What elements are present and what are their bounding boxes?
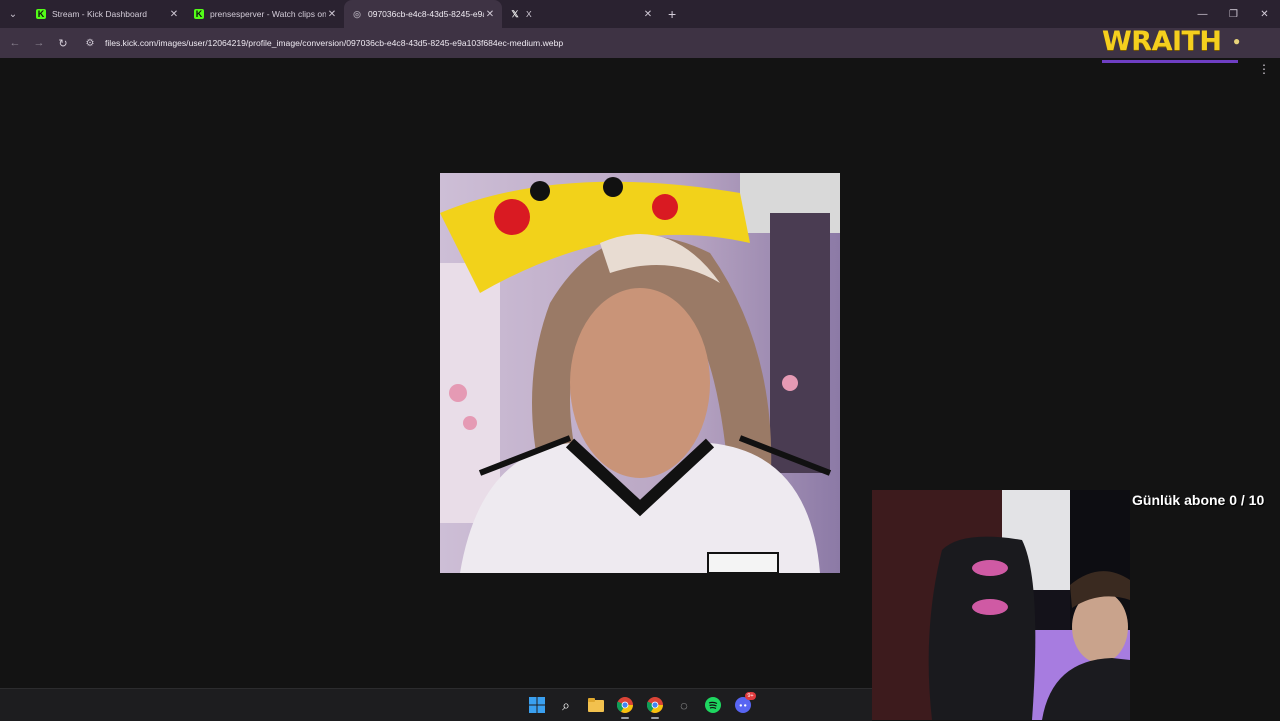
search-icon[interactable]: ⌕ [557, 696, 575, 714]
wraith-logo: WRAITH [1102, 26, 1222, 57]
forward-arrow-right-icon[interactable]: → [30, 34, 48, 52]
profile-image [440, 173, 840, 573]
kebab-menu-icon[interactable]: ⋮ [1258, 62, 1270, 76]
spotify-icon[interactable] [704, 696, 722, 714]
chrome-icon[interactable] [646, 696, 664, 719]
windows-taskbar: ⌕ ◌ 9+ [0, 688, 872, 721]
webcam-overlay [872, 490, 1130, 720]
back-arrow-left-icon[interactable]: ← [6, 34, 24, 52]
kick-icon: K [36, 9, 46, 19]
discord-icon[interactable]: 9+ [734, 692, 756, 714]
app-icon[interactable]: ◌ [675, 696, 693, 714]
site-info-tune-icon[interactable]: ⚙ [80, 38, 100, 49]
extension-icon[interactable]: ● [1233, 34, 1240, 48]
reload-icon[interactable]: ↻ [54, 34, 72, 52]
windows-start-icon[interactable] [528, 696, 546, 714]
tab-kick-dashboard[interactable]: K Stream - Kick Dashboard ✕ [28, 0, 186, 28]
close-window-icon[interactable]: ✕ [1249, 0, 1280, 28]
window-controls: — ❐ ✕ [1187, 0, 1280, 28]
tab-close-icon[interactable]: ✕ [326, 9, 338, 20]
tab-profile-image[interactable]: ◎ 097036cb-e4c8-43d5-8245-e9a ✕ [344, 0, 502, 28]
logo-underline [1102, 60, 1238, 63]
tab-x[interactable]: 𝕏 X ✕ [502, 0, 660, 28]
minimize-icon[interactable]: — [1187, 0, 1218, 28]
tab-title: X [526, 9, 532, 19]
tab-title: Stream - Kick Dashboard [52, 9, 147, 19]
tab-prensesperver-clips[interactable]: K prensesperver - Watch clips on ✕ [186, 0, 344, 28]
browser-toolbar: ← → ↻ ⚙ files.kick.com/images/user/12064… [0, 28, 1280, 76]
tab-close-icon[interactable]: ✕ [168, 9, 180, 20]
tab-close-icon[interactable]: ✕ [484, 9, 496, 20]
globe-icon: ◎ [353, 8, 361, 19]
new-tab-plus-icon[interactable]: + [668, 6, 676, 22]
file-explorer-icon[interactable] [587, 696, 605, 714]
url-text: files.kick.com/images/user/12064219/prof… [105, 38, 564, 48]
notification-badge: 9+ [745, 692, 756, 700]
tab-title: 097036cb-e4c8-43d5-8245-e9a [368, 9, 484, 19]
restore-icon[interactable]: ❐ [1218, 0, 1249, 28]
tab-close-icon[interactable]: ✕ [642, 9, 654, 20]
chrome-icon[interactable] [616, 696, 634, 719]
daily-sub-goal: Günlük abone 0 / 10 [1132, 492, 1265, 508]
tab-search-chevron-down-icon[interactable]: ⌄ [4, 5, 22, 23]
kick-icon: K [194, 9, 204, 19]
address-bar[interactable]: ⚙ files.kick.com/images/user/12064219/pr… [80, 32, 1090, 54]
tab-title: prensesperver - Watch clips on [210, 9, 326, 19]
tab-strip: ⌄ K Stream - Kick Dashboard ✕ K prensesp… [0, 0, 1280, 28]
x-icon: 𝕏 [511, 8, 519, 19]
